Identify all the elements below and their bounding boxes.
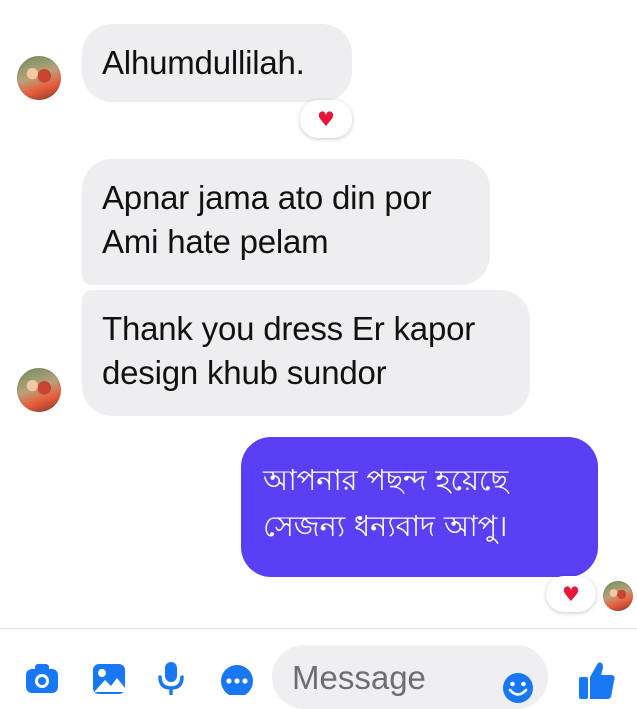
message-reaction[interactable]: ♥ — [300, 100, 352, 138]
sender-avatar[interactable] — [17, 56, 61, 100]
thumbs-up-icon[interactable] — [577, 659, 617, 699]
message-text-line: Thank you dress Er kapor — [102, 310, 476, 347]
message-input-placeholder: Message — [292, 659, 426, 696]
message-bubble-incoming[interactable]: Alhumdullilah. — [82, 24, 352, 102]
seen-receipt-avatar — [603, 581, 633, 611]
message-text-line: Alhumdullilah. — [102, 44, 305, 81]
camera-icon[interactable] — [24, 659, 60, 695]
message-composer: Message — [0, 629, 637, 709]
gallery-icon[interactable] — [91, 659, 127, 695]
message-text-line: design khub sundor — [102, 354, 387, 391]
message-text-line: আপনার পছন্দ হয়েছে — [263, 463, 508, 497]
message-bubble-incoming[interactable]: Apnar jama ato din por Ami hate pelam — [82, 159, 490, 285]
message-text-line: Ami hate pelam — [102, 223, 329, 260]
more-icon[interactable] — [219, 659, 255, 695]
message-input[interactable]: Message — [272, 645, 548, 709]
message-thread: Alhumdullilah. ♥ Apnar jama ato din por … — [0, 0, 637, 628]
heart-icon: ♥ — [562, 582, 580, 606]
message-bubble-incoming[interactable]: Thank you dress Er kapor design khub sun… — [82, 290, 530, 416]
message-text-line: সেজন্য ধন্যবাদ আপু। — [263, 509, 508, 543]
message-reaction[interactable]: ♥ — [546, 576, 596, 612]
sender-avatar[interactable] — [17, 368, 61, 412]
microphone-icon[interactable] — [153, 659, 189, 695]
message-text-line: Apnar jama ato din por — [102, 179, 432, 216]
heart-icon: ♥ — [317, 107, 335, 131]
emoji-icon[interactable] — [501, 669, 535, 703]
message-bubble-outgoing[interactable]: আপনার পছন্দ হয়েছে সেজন্য ধন্যবাদ আপু। — [241, 437, 598, 577]
